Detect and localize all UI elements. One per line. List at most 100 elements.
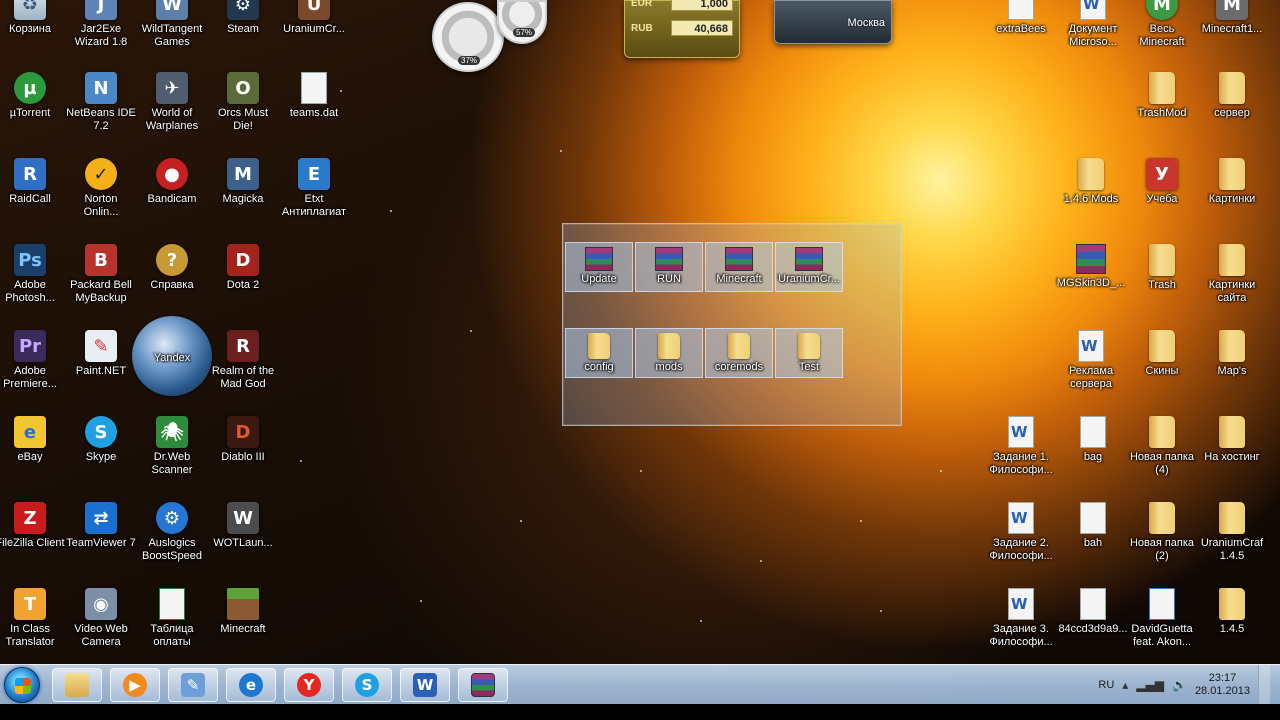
show-hidden-icons-icon[interactable]: ▴ xyxy=(1122,678,1128,692)
desktop-icon-ves-minecraft[interactable]: M Весь Minecraft xyxy=(1127,0,1197,49)
desktop-icon-reklama[interactable]: Реклама сервера xyxy=(1056,330,1126,391)
fence-item-test[interactable]: Test xyxy=(775,328,843,378)
desktop-icon-teamviewer[interactable]: ⇄ TeamViewer 7 xyxy=(66,502,136,550)
desktop-icon-document-microsoft[interactable]: Документ Microso... xyxy=(1058,0,1128,49)
desktop-icon-steam[interactable]: ⚙ Steam xyxy=(208,0,278,36)
desktop-icon-webcamera[interactable]: ◉ Video Web Camera xyxy=(66,588,136,649)
desktop-icon-spreadsheet[interactable]: Таблица оплаты xyxy=(137,588,207,649)
desktop-icon-recycle-bin[interactable]: ♻ Корзина xyxy=(0,0,65,36)
desktop-icon-help[interactable]: ? Справка xyxy=(137,244,207,292)
winrar-archive-icon xyxy=(585,247,613,271)
language-indicator[interactable]: RU xyxy=(1098,679,1114,691)
desktop-icon-orcs-must-die[interactable]: O Orcs Must Die! xyxy=(208,72,278,133)
desktop-icon-paintnet[interactable]: ✎ Paint.NET xyxy=(66,330,136,378)
volume-icon[interactable]: 🔈 xyxy=(1172,678,1187,692)
desktop-icon-na-hosting[interactable]: На хостинг xyxy=(1197,416,1267,464)
desktop-icon-ebay[interactable]: e eBay xyxy=(0,416,65,464)
desktop-icon-maps[interactable]: Map's xyxy=(1197,330,1267,378)
desktop-icon-trash[interactable]: Trash xyxy=(1127,244,1197,292)
fence-item-mods[interactable]: mods xyxy=(635,328,703,378)
start-button[interactable] xyxy=(4,667,40,703)
desktop-icon-server[interactable]: сервер xyxy=(1197,72,1267,120)
currency-value-top: 1,000 xyxy=(671,0,733,11)
taskbar-yandex[interactable]: Y xyxy=(284,668,334,702)
desktop-icon-84ccd[interactable]: 84ccd3d9a9... xyxy=(1058,588,1128,636)
fence-item-run[interactable]: RUN xyxy=(635,242,703,292)
desktop-icon-wot-launcher[interactable]: W WOTLaun... xyxy=(208,502,278,550)
desktop-icon-zadanie3[interactable]: Задание 3. Философи... xyxy=(986,588,1056,649)
desktop-fence-panel[interactable]: Update RUN Minecraft UraniumCr... config… xyxy=(562,223,902,426)
desktop-icon-extrabees[interactable]: extraBees xyxy=(986,0,1056,36)
skype-icon: S xyxy=(85,416,117,448)
desktop-icon-skype[interactable]: S Skype xyxy=(66,416,136,464)
desktop-icon-kartinki-saita[interactable]: Картинки сайта xyxy=(1197,244,1267,305)
desktop-icon-etxt[interactable]: E Etxt Антиплагиат xyxy=(279,158,349,219)
fence-item-config[interactable]: config xyxy=(565,328,633,378)
bandicam-icon: ● xyxy=(156,158,188,190)
desktop-icon-dota2[interactable]: D Dota 2 xyxy=(208,244,278,292)
minecraft-icon: M xyxy=(1146,0,1178,20)
clock[interactable]: 23:17 28.01.2013 xyxy=(1195,672,1250,698)
desktop-icon-diablo3[interactable]: D Diablo III xyxy=(208,416,278,464)
desktop-icon-realm-mad-god[interactable]: R Realm of the Mad God xyxy=(208,330,278,391)
desktop-icon-146-mods[interactable]: 1.4.6 Mods xyxy=(1056,158,1126,206)
cpu-meter-gadget[interactable]: 37% xyxy=(432,2,504,72)
taskbar-paint[interactable]: ✎ xyxy=(168,668,218,702)
desktop-icon-magicka[interactable]: M Magicka xyxy=(208,158,278,206)
word-document-icon xyxy=(1008,416,1034,448)
desktop-icon-wildtangent[interactable]: W WildTangent Games xyxy=(137,0,207,49)
memory-meter-gadget[interactable]: 57% xyxy=(497,0,547,44)
desktop-icon-uraniumcraft[interactable]: U UraniumCr... xyxy=(279,0,349,36)
fence-item-coremods[interactable]: coremods xyxy=(705,328,773,378)
taskbar-explorer[interactable] xyxy=(52,668,102,702)
desktop-icon-zadanie2[interactable]: Задание 2. Философи... xyxy=(986,502,1056,563)
desktop-icon-uraniumcraft-145[interactable]: UraniumCraf 1.4.5 xyxy=(1197,502,1267,563)
desktop-icon-new-folder-2[interactable]: Новая папка (2) xyxy=(1127,502,1197,563)
desktop-icon-drweb[interactable]: 🕷 Dr.Web Scanner xyxy=(137,416,207,477)
desktop-icon-kartinki[interactable]: Картинки xyxy=(1197,158,1267,206)
desktop-icon-premiere[interactable]: Pr Adobe Premiere... xyxy=(0,330,65,391)
desktop-icon-photoshop[interactable]: Ps Adobe Photosh... xyxy=(0,244,65,305)
desktop-icon-ucheba[interactable]: У Учеба xyxy=(1127,158,1197,206)
desktop-icon-bag[interactable]: bag xyxy=(1058,416,1128,464)
desktop-icon-bah[interactable]: bah xyxy=(1058,502,1128,550)
taskbar-media-player[interactable]: ▶ xyxy=(110,668,160,702)
desktop-icon-new-folder-4[interactable]: Новая папка (4) xyxy=(1127,416,1197,477)
steam-icon: ⚙ xyxy=(227,0,259,20)
fence-item-uraniumcraft[interactable]: UraniumCr... xyxy=(775,242,843,292)
desktop-icon-davidguetta[interactable]: DavidGuetta feat. Akon... xyxy=(1127,588,1197,649)
desktop-icon-zadanie1[interactable]: Задание 1. Философи... xyxy=(986,416,1056,477)
orcs-icon: O xyxy=(227,72,259,104)
desktop-icon-145[interactable]: 1.4.5 xyxy=(1197,588,1267,636)
desktop-icon-bandicam[interactable]: ● Bandicam xyxy=(137,158,207,206)
desktop-icon-minecraft[interactable]: Minecraft xyxy=(208,588,278,636)
desktop-icon-trashmod[interactable]: TrashMod xyxy=(1127,72,1197,120)
desktop-icon-skiny[interactable]: Скины xyxy=(1127,330,1197,378)
taskbar-skype[interactable]: S xyxy=(342,668,392,702)
desktop-icon-world-of-warplanes[interactable]: ✈ World of Warplanes xyxy=(137,72,207,133)
desktop-icon-teams-dat[interactable]: teams.dat xyxy=(279,72,349,120)
desktop-icon-packardbell[interactable]: B Packard Bell MyBackup xyxy=(66,244,136,305)
desktop-icon-auslogics[interactable]: ⚙ Auslogics BoostSpeed xyxy=(137,502,207,563)
desktop-icon-raidcall[interactable]: R RaidCall xyxy=(0,158,65,206)
desktop-icon-minecraft1[interactable]: M Minecraft1... xyxy=(1197,0,1267,36)
taskbar-internet-explorer[interactable]: e xyxy=(226,668,276,702)
desktop-icon-inclass-translator[interactable]: T In Class Translator xyxy=(0,588,65,649)
show-desktop-button[interactable] xyxy=(1258,665,1270,705)
ebay-icon: e xyxy=(14,416,46,448)
desktop-icon-utorrent[interactable]: µ µTorrent xyxy=(0,72,65,120)
desktop-icon-netbeans[interactable]: N NetBeans IDE 7.2 xyxy=(66,72,136,133)
desktop-icon-mgskin3d[interactable]: MGSkin3D_... xyxy=(1056,244,1126,290)
taskbar-winrar[interactable] xyxy=(458,668,508,702)
taskbar-word[interactable]: W xyxy=(400,668,450,702)
desktop-icon-norton[interactable]: ✓ Norton Onlin... xyxy=(66,158,136,219)
network-signal-icon[interactable]: ▂▄▆ xyxy=(1136,678,1164,692)
desktop-icon-filezilla[interactable]: Z FileZilla Client xyxy=(0,502,65,550)
fence-item-update[interactable]: Update xyxy=(565,242,633,292)
weather-gadget[interactable]: Москва xyxy=(774,0,892,44)
word-document-icon xyxy=(1080,0,1106,20)
desktop-icon-jar2exe[interactable]: J Jar2Exe Wizard 1.8 xyxy=(66,0,136,49)
fence-item-minecraft[interactable]: Minecraft xyxy=(705,242,773,292)
currency-gadget[interactable]: EUR 1,000 RUB 40,668 xyxy=(624,0,740,58)
desktop-icon-yandex[interactable]: Yandex xyxy=(132,316,212,396)
